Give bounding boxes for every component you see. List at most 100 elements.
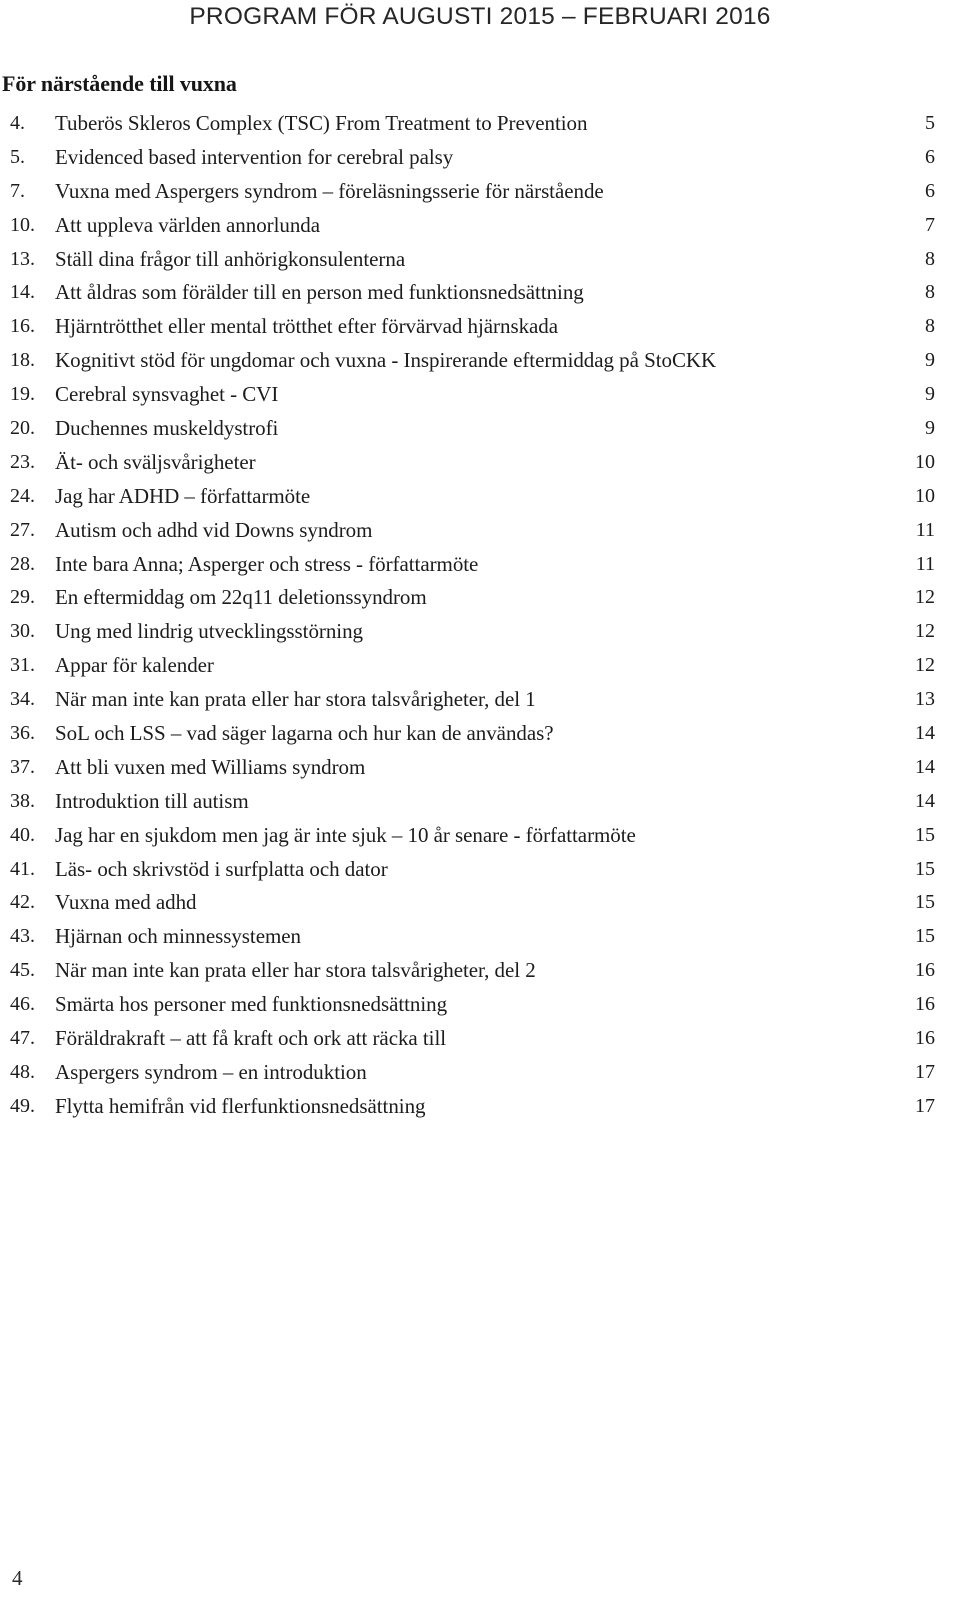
toc-entry[interactable]: 30. Ung med lindrig utvecklingsstörning 12 (0, 615, 960, 649)
toc-entry[interactable]: 24. Jag har ADHD – författarmöte 10 (0, 480, 960, 514)
toc-entry-page: 11 (915, 552, 935, 575)
toc-entry[interactable]: 14. Att åldras som förälder till en perso… (0, 276, 960, 310)
toc-entry[interactable]: 10. Att uppleva världen annorlunda 7 (0, 209, 960, 243)
toc-entry[interactable]: 18. Kognitivt stöd för ungdomar och vuxna… (0, 344, 960, 378)
toc-entry-title[interactable]: Autism och adhd vid Downs syndrom (55, 514, 880, 548)
toc-entry-page: 8 (925, 281, 935, 304)
toc-entry-title[interactable]: Duchennes muskeldystrofi (55, 412, 880, 446)
toc-entry[interactable]: 47. Föräldrakraft – att få kraft och ork … (0, 1022, 960, 1056)
toc-entry-number: 16. (10, 315, 35, 338)
toc-entry[interactable]: 20. Duchennes muskeldystrofi 9 (0, 412, 960, 446)
toc-entry-number: 27. (10, 518, 35, 541)
toc-entry-title[interactable]: Evidenced based intervention for cerebra… (55, 141, 880, 175)
toc-entry-page: 16 (915, 1027, 935, 1050)
toc-entry-title[interactable]: Appar för kalender (55, 649, 880, 683)
toc-content: För närstående till vuxna 4. Tuberös Skle… (0, 70, 960, 1124)
toc-entry[interactable]: 29. En eftermiddag om 22q11 deletionssynd… (0, 581, 960, 615)
toc-entry[interactable]: 4. Tuberös Skleros Complex (TSC) From Tre… (0, 107, 960, 141)
toc-entry-number: 28. (10, 552, 35, 575)
toc-entry-number: 46. (10, 993, 35, 1016)
toc-entry-page: 6 (925, 179, 935, 202)
toc-entry-title[interactable]: Inte bara Anna; Asperger och stress - fö… (55, 548, 880, 582)
toc-entry-number: 14. (10, 281, 35, 304)
toc-entry-title[interactable]: När man inte kan prata eller har stora t… (55, 954, 880, 988)
toc-entry-number: 36. (10, 722, 35, 745)
toc-entry-page: 17 (915, 1060, 935, 1083)
toc-entry-number: 10. (10, 213, 35, 236)
toc-entry-title[interactable]: Ung med lindrig utvecklingsstörning (55, 615, 880, 649)
toc-entry-title[interactable]: Vuxna med Aspergers syndrom – föreläsnin… (55, 175, 880, 209)
toc-entry-page: 13 (915, 688, 935, 711)
toc-entry[interactable]: 45. När man inte kan prata eller har stor… (0, 954, 960, 988)
toc-entry-title[interactable]: Introduktion till autism (55, 785, 880, 819)
toc-entry-page: 12 (915, 586, 935, 609)
toc-entry[interactable]: 49. Flytta hemifrån vid flerfunktionsneds… (0, 1090, 960, 1124)
toc-entry-page: 15 (915, 823, 935, 846)
toc-entry[interactable]: 36. SoL och LSS – vad säger lagarna och h… (0, 717, 960, 751)
toc-entry-number: 29. (10, 586, 35, 609)
toc-entry-page: 15 (915, 857, 935, 880)
toc-entry-page: 10 (915, 450, 935, 473)
toc-entry-title[interactable]: Aspergers syndrom – en introduktion (55, 1056, 880, 1090)
toc-entry[interactable]: 43. Hjärnan och minnessystemen 15 (0, 920, 960, 954)
toc-entry-title[interactable]: Föräldrakraft – att få kraft och ork att… (55, 1022, 880, 1056)
toc-entry-title[interactable]: Vuxna med adhd (55, 886, 880, 920)
toc-entry-number: 23. (10, 450, 35, 473)
toc-entry[interactable]: 41. Läs- och skrivstöd i surfplatta och d… (0, 853, 960, 887)
toc-entry-page: 10 (915, 484, 935, 507)
toc-entry-title[interactable]: Att åldras som förälder till en person m… (55, 276, 880, 310)
toc-entry[interactable]: 7. Vuxna med Aspergers syndrom – föreläsn… (0, 175, 960, 209)
toc-entry-title[interactable]: Hjärnan och minnessystemen (55, 920, 880, 954)
toc-entry-title[interactable]: Jag har en sjukdom men jag är inte sjuk … (55, 819, 880, 853)
toc-entry-title[interactable]: Hjärntrötthet eller mental trötthet efte… (55, 310, 880, 344)
toc-entry-page: 12 (915, 654, 935, 677)
toc-entry[interactable]: 48. Aspergers syndrom – en introduktion 17 (0, 1056, 960, 1090)
toc-entry-title[interactable]: Kognitivt stöd för ungdomar och vuxna - … (55, 344, 880, 378)
toc-entry-number: 43. (10, 925, 35, 948)
toc-entry[interactable]: 46. Smärta hos personer med funktionsneds… (0, 988, 960, 1022)
toc-entry-page: 15 (915, 891, 935, 914)
toc-entry-title[interactable]: Läs- och skrivstöd i surfplatta och dato… (55, 853, 880, 887)
toc-entry[interactable]: 40. Jag har en sjukdom men jag är inte sj… (0, 819, 960, 853)
toc-entry-title[interactable]: Att uppleva världen annorlunda (55, 209, 880, 243)
toc-entry-title[interactable]: Att bli vuxen med Williams syndrom (55, 751, 880, 785)
toc-entry-page: 17 (915, 1094, 935, 1117)
toc-entry-number: 49. (10, 1094, 35, 1117)
toc-entry-title[interactable]: En eftermiddag om 22q11 deletionssyndrom (55, 581, 880, 615)
toc-entry-number: 30. (10, 620, 35, 643)
toc-entry[interactable]: 38. Introduktion till autism 14 (0, 785, 960, 819)
toc-entry[interactable]: 37. Att bli vuxen med Williams syndrom 14 (0, 751, 960, 785)
toc-entry-number: 37. (10, 755, 35, 778)
toc-entry[interactable]: 19. Cerebral synsvaghet - CVI 9 (0, 378, 960, 412)
toc-entry-number: 47. (10, 1027, 35, 1050)
toc-entry-number: 4. (10, 112, 25, 134)
toc-entry-page: 7 (925, 213, 935, 236)
toc-entry[interactable]: 42. Vuxna med adhd 15 (0, 886, 960, 920)
footer-page-number: 4 (12, 1566, 23, 1590)
toc-entry[interactable]: 31. Appar för kalender 12 (0, 649, 960, 683)
toc-entry[interactable]: 23. Ät- och sväljsvårigheter 10 (0, 446, 960, 480)
toc-entry-page: 6 (925, 145, 935, 168)
toc-entry-number: 42. (10, 891, 35, 914)
running-header: PROGRAM FÖR AUGUSTI 2015 – FEBRUARI 2016 (189, 3, 771, 30)
section-heading: För närstående till vuxna (2, 71, 237, 96)
toc-list: 4. Tuberös Skleros Complex (TSC) From Tre… (0, 107, 960, 1124)
toc-entry-title[interactable]: Ställ dina frågor till anhörigkonsulente… (55, 243, 880, 277)
toc-entry-title[interactable]: Ät- och sväljsvårigheter (55, 446, 880, 480)
toc-entry-title[interactable]: Smärta hos personer med funktionsnedsätt… (55, 988, 880, 1022)
toc-entry-page: 16 (915, 959, 935, 982)
toc-entry[interactable]: 16. Hjärntrötthet eller mental trötthet e… (0, 310, 960, 344)
toc-entry[interactable]: 13. Ställ dina frågor till anhörigkonsule… (0, 243, 960, 277)
toc-entry[interactable]: 34. När man inte kan prata eller har stor… (0, 683, 960, 717)
toc-entry-title[interactable]: Cerebral synsvaghet - CVI (55, 378, 880, 412)
toc-entry-page: 9 (925, 417, 935, 440)
toc-entry-title[interactable]: Jag har ADHD – författarmöte (55, 480, 880, 514)
toc-entry-title[interactable]: SoL och LSS – vad säger lagarna och hur … (55, 717, 880, 751)
toc-entry-title[interactable]: Tuberös Skleros Complex (TSC) From Treat… (55, 107, 880, 141)
toc-entry-title[interactable]: Flytta hemifrån vid flerfunktionsnedsätt… (55, 1090, 880, 1124)
toc-entry[interactable]: 5. Evidenced based intervention for cereb… (0, 141, 960, 175)
toc-entry[interactable]: 28. Inte bara Anna; Asperger och stress -… (0, 548, 960, 582)
toc-entry-title[interactable]: När man inte kan prata eller har stora t… (55, 683, 880, 717)
toc-entry-number: 19. (10, 383, 35, 406)
toc-entry[interactable]: 27. Autism och adhd vid Downs syndrom 11 (0, 514, 960, 548)
